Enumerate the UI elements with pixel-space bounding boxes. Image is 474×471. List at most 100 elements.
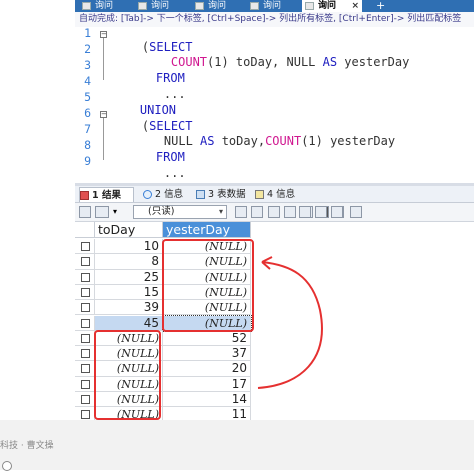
table-row[interactable]: (NULL) 52 — [75, 330, 255, 347]
save-icon[interactable] — [268, 206, 280, 218]
cell-today[interactable]: (NULL) — [95, 392, 163, 408]
row-checkbox[interactable] — [81, 364, 90, 374]
cell-today[interactable]: (NULL) — [95, 346, 163, 362]
cell-yesterday[interactable]: (NULL) — [163, 284, 251, 301]
cell-today[interactable]: (NULL) — [95, 330, 163, 347]
column-header-today[interactable]: toDay — [95, 222, 163, 238]
table-row[interactable]: (NULL) 11 — [75, 407, 255, 420]
table-row[interactable]: 15 (NULL) — [75, 284, 255, 301]
query-tab-active[interactable]: 询问 × — [302, 0, 362, 12]
table-row[interactable]: (NULL) 17 — [75, 376, 255, 392]
cell-today[interactable]: 10 — [95, 239, 163, 255]
table-row[interactable]: 10 (NULL) — [75, 239, 255, 255]
sql-editor[interactable]: 1 2 3 4 5 6 7 8 9 − − (SELECT COUNT(1) t… — [75, 26, 474, 183]
row-selector[interactable] — [75, 376, 95, 392]
row-checkbox[interactable] — [81, 303, 90, 313]
cell-today[interactable]: 39 — [95, 300, 163, 316]
query-icon — [250, 2, 259, 10]
grid-view-icon[interactable] — [299, 206, 311, 218]
row-selector[interactable] — [75, 407, 95, 420]
row-selector[interactable] — [75, 346, 95, 362]
cell-yesterday[interactable]: 20 — [163, 361, 251, 377]
table-row[interactable]: 8 (NULL) — [75, 254, 255, 270]
query-tab-4[interactable]: 询问 — [247, 0, 299, 12]
row-checkbox[interactable] — [81, 410, 90, 420]
code-token: ... — [163, 166, 186, 180]
cell-yesterday[interactable]: (NULL) — [163, 254, 251, 270]
row-selector[interactable] — [75, 284, 95, 301]
row-checkbox[interactable] — [81, 272, 90, 282]
row-selector[interactable] — [75, 361, 95, 377]
row-selector[interactable] — [75, 239, 95, 255]
cell-yesterday[interactable]: 11 — [163, 407, 251, 420]
line-number-gutter: 1 2 3 4 5 6 7 8 9 — [75, 26, 97, 183]
row-checkbox[interactable] — [81, 333, 90, 343]
paste-icon[interactable] — [284, 206, 296, 218]
line-number: 9 — [84, 154, 91, 168]
tab-info-4[interactable]: 4 信息 — [255, 187, 305, 202]
line-number: 5 — [84, 90, 91, 104]
cell-today[interactable]: 25 — [95, 269, 163, 285]
cancel-icon[interactable] — [350, 206, 362, 218]
row-selector[interactable] — [75, 330, 95, 347]
table-row[interactable]: 45 (NULL) — [75, 314, 255, 332]
query-icon — [82, 2, 91, 10]
tab-info-2[interactable]: 2 信息 — [143, 187, 193, 202]
row-checkbox[interactable] — [81, 287, 90, 297]
row-checkbox[interactable] — [81, 349, 90, 359]
cell-yesterday[interactable]: (NULL) — [163, 239, 251, 255]
fold-guide — [103, 38, 104, 80]
cell-yesterday[interactable]: (NULL) — [162, 314, 252, 332]
cell-yesterday[interactable]: (NULL) — [163, 269, 251, 285]
edit-icon[interactable] — [235, 206, 247, 218]
result-grid[interactable]: toDay yesterDay 10 (NULL) 8 (NULL) 25 (NULL) 1… — [75, 222, 474, 420]
readonly-select[interactable]: (只读) ▾ — [133, 205, 227, 219]
column-header-yesterday[interactable]: yesterDay — [163, 222, 251, 238]
cell-today[interactable]: (NULL) — [95, 361, 163, 377]
message-icon — [255, 190, 264, 199]
cell-yesterday[interactable]: 17 — [163, 376, 251, 392]
row-checkbox[interactable] — [81, 379, 90, 389]
row-checkbox[interactable] — [81, 318, 90, 328]
row-selector[interactable] — [75, 300, 95, 316]
table-row[interactable]: (NULL) 37 — [75, 346, 255, 362]
row-checkbox[interactable] — [81, 242, 90, 251]
close-icon[interactable]: × — [351, 0, 359, 12]
row-checkbox[interactable] — [81, 257, 90, 267]
cell-yesterday[interactable]: 37 — [163, 346, 251, 362]
cell-yesterday[interactable]: (NULL) — [163, 300, 251, 316]
tab-table-data[interactable]: 3 表数据 — [196, 187, 258, 202]
table-row[interactable]: (NULL) 20 — [75, 361, 255, 377]
table-icon — [196, 190, 205, 199]
tab-result[interactable]: 1 结果 — [79, 187, 134, 202]
cell-yesterday[interactable]: 52 — [163, 330, 251, 347]
cell-yesterday[interactable]: 14 — [163, 392, 251, 408]
query-tab-1[interactable]: 询问 — [79, 0, 131, 12]
row-selector[interactable] — [75, 315, 95, 331]
copy-icon[interactable] — [251, 206, 263, 218]
row-selector[interactable] — [75, 392, 95, 408]
cell-today[interactable]: 8 — [95, 254, 163, 270]
fold-toggle-icon[interactable]: − — [100, 31, 107, 38]
row-selector[interactable] — [75, 269, 95, 285]
cell-today[interactable]: 15 — [95, 284, 163, 301]
export-icon[interactable] — [79, 206, 91, 218]
row-selector[interactable] — [75, 254, 95, 270]
table-row[interactable]: (NULL) 14 — [75, 392, 255, 408]
cell-today[interactable]: (NULL) — [95, 407, 163, 420]
fold-toggle-icon[interactable]: − — [100, 111, 107, 118]
cell-today[interactable]: (NULL) — [95, 376, 163, 392]
row-checkbox[interactable] — [81, 395, 90, 404]
table-row[interactable]: 39 (NULL) — [75, 300, 255, 316]
dropdown-arrow-icon[interactable]: ▾ — [113, 206, 125, 218]
format-icon[interactable] — [95, 206, 109, 218]
cell-today[interactable]: 45 — [95, 315, 163, 331]
row-selector-header — [75, 222, 95, 238]
add-tab-icon[interactable]: + — [376, 0, 385, 12]
text-view-icon[interactable] — [331, 206, 343, 218]
query-tab-2[interactable]: 询问 — [135, 0, 187, 12]
line-number: 8 — [84, 138, 91, 152]
query-tab-3[interactable]: 询问 — [192, 0, 244, 12]
table-row[interactable]: 25 (NULL) — [75, 269, 255, 285]
form-view-icon[interactable] — [315, 206, 327, 218]
